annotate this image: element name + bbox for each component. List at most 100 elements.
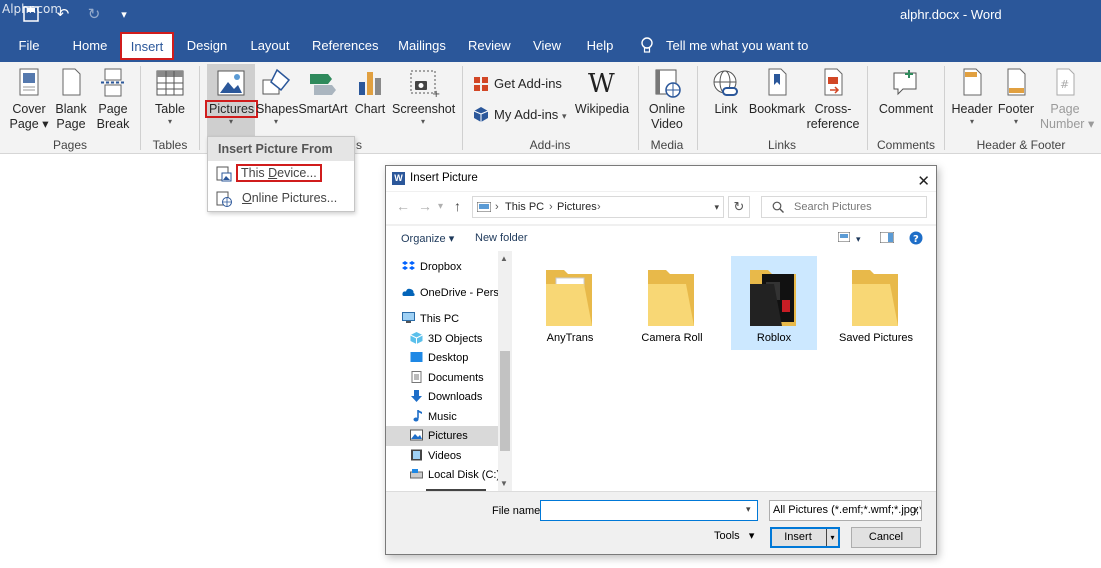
pictures-button[interactable]: Pictures ▾	[205, 64, 259, 127]
recent-chevron-icon[interactable]: ▾	[438, 201, 443, 212]
redo-icon[interactable]: ↻	[85, 6, 103, 24]
comment-button[interactable]: Comment	[876, 64, 936, 117]
chevron-down-icon[interactable]: ▾	[714, 197, 719, 217]
scroll-thumb[interactable]	[500, 351, 510, 451]
online-video-label-1: Online	[648, 102, 686, 116]
scroll-up-icon[interactable]: ▲	[500, 254, 508, 263]
tab-design[interactable]: Design	[184, 30, 230, 62]
page-number-button[interactable]: # Page Number ▾	[1040, 64, 1094, 132]
tab-mailings[interactable]: Mailings	[396, 30, 448, 62]
nav-item-videos[interactable]: Videos	[410, 446, 498, 466]
insert-picture-dialog: W Insert Picture ✕ ← → ▾ ↑ › This PC › P…	[385, 165, 937, 555]
folder-icon	[648, 270, 694, 326]
nav-item-pictures[interactable]: Pictures	[386, 426, 498, 446]
tab-home[interactable]: Home	[68, 30, 112, 62]
tools-button[interactable]: Tools ▾	[714, 529, 754, 542]
close-icon[interactable]: ✕	[917, 169, 930, 194]
tab-help[interactable]: Help	[584, 30, 616, 62]
table-button[interactable]: Table ▾	[148, 64, 192, 127]
nav-item-3d-objects[interactable]: 3D Objects	[410, 329, 498, 349]
blank-page-button[interactable]: Blank Page	[52, 64, 90, 132]
tell-me-search[interactable]: Tell me what you want to do	[666, 30, 818, 85]
blank-page-label-1: Blank	[55, 102, 87, 116]
my-addins-button[interactable]: My Add-ins ▾	[472, 103, 566, 127]
search-placeholder: Search Pictures	[794, 201, 872, 213]
wikipedia-button[interactable]: W Wikipedia	[574, 64, 630, 117]
breadcrumb-this-pc[interactable]: This PC	[505, 197, 544, 217]
tab-review[interactable]: Review	[468, 30, 511, 62]
footer-button[interactable]: Footer ▾	[996, 64, 1036, 127]
tab-file[interactable]: File	[14, 30, 44, 62]
group-label-pages: Pages	[52, 138, 88, 152]
back-arrow-icon[interactable]: ←	[396, 198, 410, 214]
nav-item-onedrive[interactable]: OneDrive - Person	[402, 283, 511, 303]
address-bar[interactable]: › This PC › Pictures › ▾	[472, 196, 724, 218]
tab-view[interactable]: View	[530, 30, 564, 62]
file-type-filter-select[interactable]: All Pictures (*.emf;*.wmf;*.jpg;* ▾	[769, 500, 922, 521]
wikipedia-icon: W	[588, 69, 615, 99]
tab-references[interactable]: References	[312, 30, 378, 62]
nav-item-local-disk[interactable]: Local Disk (C:)	[410, 465, 500, 485]
smartart-label: SmartArt	[298, 102, 348, 116]
this-device-menu-item[interactable]: This Device...	[208, 161, 354, 186]
file-name-input[interactable]	[540, 500, 758, 521]
scroll-down-icon[interactable]: ▼	[500, 479, 508, 488]
folder-tile-anytrans[interactable]: AnyTrans	[527, 256, 613, 350]
page-break-label-1: Page	[98, 102, 128, 116]
address-row: ← → ▾ ↑ › This PC › Pictures › ▾ ↻ Searc…	[386, 192, 936, 224]
nav-item-documents[interactable]: Documents	[410, 368, 498, 388]
help-icon[interactable]: ?	[909, 231, 923, 248]
chevron-down-icon[interactable]: ▾	[746, 504, 751, 515]
up-arrow-icon[interactable]: ↑	[454, 198, 461, 214]
customize-qat-icon[interactable]: ▾	[115, 6, 133, 24]
tab-layout[interactable]: Layout	[248, 30, 292, 62]
online-video-icon	[655, 69, 681, 98]
group-label-addins: Add-ins	[529, 138, 571, 152]
chevron-down-icon[interactable]: ▾	[856, 234, 861, 245]
online-video-label-2: Video	[651, 117, 683, 131]
nav-item-this-pc[interactable]: This PC	[402, 309, 498, 329]
view-options-icon[interactable]	[837, 231, 851, 245]
cancel-button[interactable]: Cancel	[851, 527, 921, 548]
cross-reference-button[interactable]: Cross- reference	[806, 64, 860, 132]
nav-item-dropbox[interactable]: Dropbox	[402, 257, 498, 277]
tab-insert[interactable]: Insert	[120, 32, 174, 60]
nav-item-music[interactable]: Music	[410, 407, 498, 427]
header-button[interactable]: Header ▾	[950, 64, 994, 127]
undo-icon[interactable]: ↶	[54, 6, 72, 24]
preview-pane-icon[interactable]	[879, 231, 895, 246]
folder-tile-camera-roll[interactable]: Camera Roll	[629, 256, 715, 350]
navigation-scrollbar[interactable]: ▲ ▼	[498, 251, 512, 491]
nav-item-desktop[interactable]: Desktop	[410, 348, 498, 368]
nav-item-downloads[interactable]: Downloads	[410, 387, 498, 407]
folder-tile-saved-pictures[interactable]: Saved Pictures	[833, 256, 919, 350]
link-button[interactable]: Link	[706, 64, 746, 117]
forward-arrow-icon[interactable]: →	[418, 198, 432, 214]
file-list-pane: AnyTrans Camera Roll Roblox Saved Pictur…	[512, 251, 936, 491]
smartart-button[interactable]: SmartArt	[298, 64, 348, 117]
organize-button[interactable]: Organize ▾	[401, 232, 454, 245]
cover-page-label-1: Cover	[12, 102, 46, 116]
bookmark-button[interactable]: Bookmark	[748, 64, 806, 117]
cover-page-button[interactable]: Cover Page ▾	[8, 64, 50, 132]
shapes-button[interactable]: Shapes ▾	[256, 64, 298, 127]
svg-text:#: #	[1060, 78, 1069, 91]
page-break-button[interactable]: Page Break	[94, 64, 132, 132]
search-input[interactable]: Search Pictures	[761, 196, 927, 218]
dropbox-icon	[402, 261, 415, 270]
screenshot-button[interactable]: + Screenshot ▾	[392, 64, 455, 127]
breadcrumb-pictures[interactable]: Pictures	[557, 197, 597, 217]
table-label: Table	[155, 102, 185, 116]
online-video-button[interactable]: Online Video	[644, 64, 690, 132]
save-icon[interactable]	[22, 6, 40, 24]
chart-button[interactable]: Chart	[352, 64, 388, 117]
blank-page-icon	[62, 68, 81, 96]
bookmark-icon	[768, 68, 787, 96]
refresh-button[interactable]: ↻	[728, 196, 750, 218]
online-pictures-menu-item[interactable]: Online Pictures...	[208, 186, 354, 211]
insert-options-dropdown[interactable]: ▾	[826, 529, 838, 546]
pictures-label: Pictures	[205, 100, 259, 118]
folder-tile-roblox[interactable]: Roblox	[731, 256, 817, 350]
get-addins-button[interactable]: Get Add-ins	[472, 72, 562, 96]
new-folder-button[interactable]: New folder	[475, 232, 528, 244]
